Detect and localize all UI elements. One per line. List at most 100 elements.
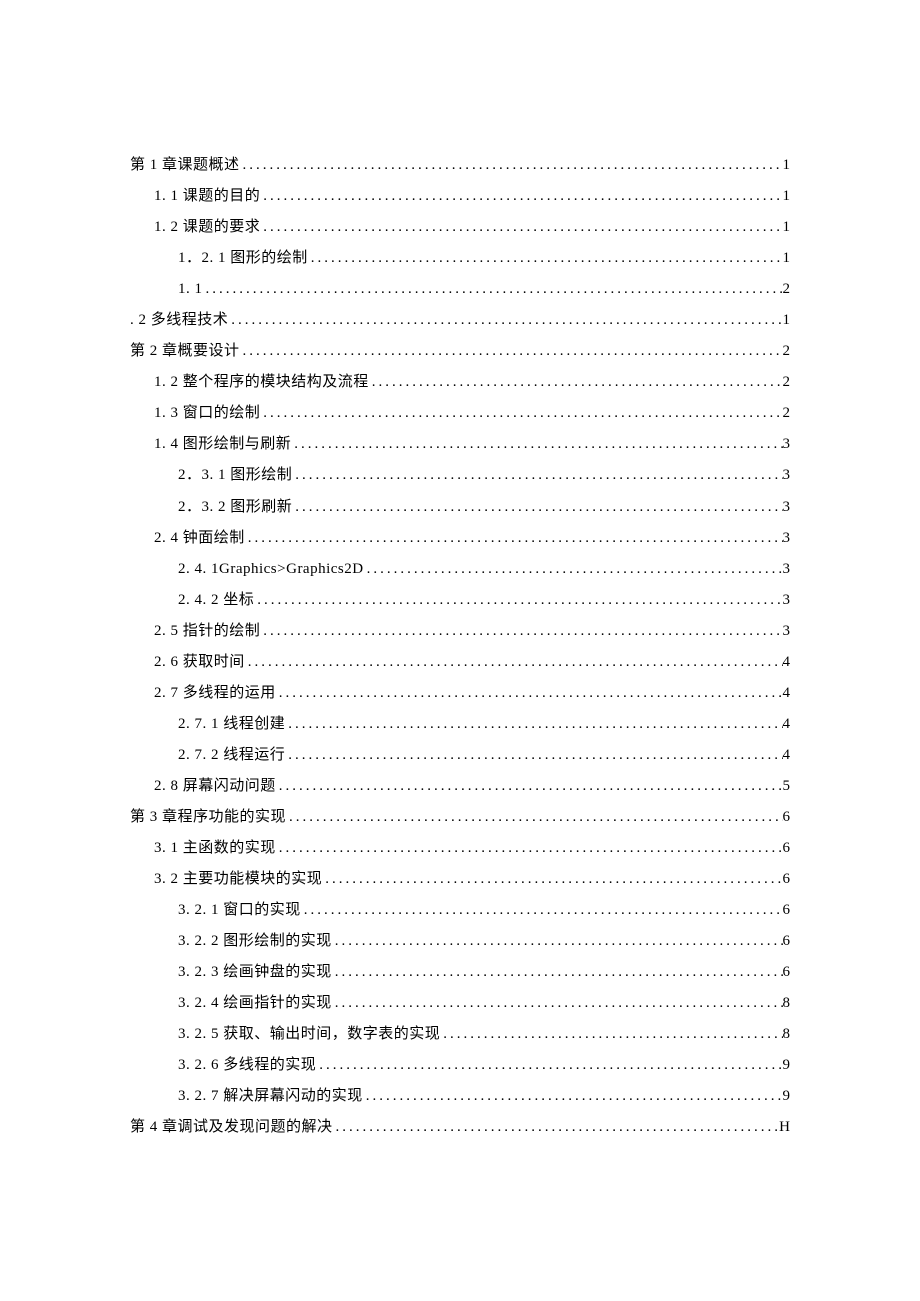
toc-entry-page: 2 (783, 367, 791, 398)
toc-entry-page: 3 (783, 554, 791, 585)
toc-entry-page: 9 (783, 1050, 791, 1081)
toc-entry: 3. 2. 6 多线程的实现 9 (130, 1050, 790, 1081)
toc-entry-page: 3 (783, 429, 791, 460)
toc-entry-page: 6 (783, 833, 791, 864)
toc-entry-page: 4 (783, 740, 791, 771)
toc-leader-dots (316, 1050, 782, 1081)
toc-leader-dots (245, 523, 783, 554)
toc-entry-page: 3 (783, 616, 791, 647)
toc-entry-page: 6 (783, 926, 791, 957)
toc-entry-title: 1. 1 (178, 274, 203, 305)
toc-entry-page: 3 (783, 492, 791, 523)
toc-leader-dots (322, 864, 782, 895)
toc-entry: 第 4 章调试及发现问题的解决 H (130, 1112, 790, 1143)
toc-entry-title: 3. 2. 6 多线程的实现 (178, 1050, 316, 1081)
toc-leader-dots (364, 554, 783, 585)
toc-entry-title: 1. 2 整个程序的模块结构及流程 (154, 367, 369, 398)
toc-entry-page: 2 (783, 398, 791, 429)
toc-entry-title: 1. 2 课题的要求 (154, 212, 260, 243)
toc-entry: 2. 7. 1 线程创建 4 (130, 709, 790, 740)
toc-entry-title: 3. 2. 1 窗口的实现 (178, 895, 301, 926)
toc-leader-dots (285, 709, 782, 740)
toc-entry-title: 3. 2. 4 绘画指针的实现 (178, 988, 332, 1019)
table-of-contents: 第 1 章课题概述11. 1 课题的目的11. 2 课题的要求11．2. 1 图… (130, 150, 790, 1144)
toc-entry-title: 2．3. 2 图形刷新 (178, 492, 292, 523)
toc-entry-title: 1．2. 1 图形的绘制 (178, 243, 308, 274)
toc-entry: 2. 4 钟面绘制3 (130, 523, 790, 554)
toc-leader-dots (291, 429, 782, 460)
toc-entry-title: 2. 7 多线程的运用 (154, 678, 276, 709)
toc-entry-title: 3. 2. 7 解决屏幕闪动的实现 (178, 1081, 363, 1112)
toc-entry-title: 2. 8 屏幕闪动问题 (154, 771, 276, 802)
toc-entry: 第 3 章程序功能的实现6 (130, 802, 790, 833)
toc-entry: 2. 4. 2 坐标 3 (130, 585, 790, 616)
toc-entry-page: 8 (783, 1019, 791, 1050)
toc-entry-title: 第 4 章调试及发现问题的解决 (130, 1112, 333, 1143)
toc-entry-title: 3. 2. 2 图形绘制的实现 (178, 926, 332, 957)
toc-leader-dots (363, 1081, 783, 1112)
toc-leader-dots (332, 926, 783, 957)
toc-entry: 2. 6 获取时间4 (130, 647, 790, 678)
toc-entry: 3. 2. 5 获取、输出时间，数字表的实现 8 (130, 1019, 790, 1050)
toc-leader-dots (260, 398, 782, 429)
toc-leader-dots (301, 895, 783, 926)
toc-entry-page: 5 (783, 771, 791, 802)
toc-leader-dots (276, 771, 783, 802)
toc-entry-page: 4 (783, 709, 791, 740)
toc-entry-title: 1. 3 窗口的绘制 (154, 398, 260, 429)
toc-entry: 1．2. 1 图形的绘制1 (130, 243, 790, 274)
toc-leader-dots (203, 274, 783, 305)
toc-leader-dots (276, 833, 783, 864)
toc-entry-title: 2. 7. 2 线程运行 (178, 740, 285, 771)
toc-entry-title: 2. 4 钟面绘制 (154, 523, 245, 554)
toc-entry-title: 1. 1 课题的目的 (154, 181, 260, 212)
toc-entry-title: 2．3. 1 图形绘制 (178, 460, 292, 491)
toc-entry-page: H (779, 1112, 790, 1143)
toc-entry: 1. 1 2 (130, 274, 790, 305)
toc-entry-title: 3. 2 主要功能模块的实现 (154, 864, 322, 895)
toc-entry-title: 2. 7. 1 线程创建 (178, 709, 285, 740)
toc-entry-page: 6 (783, 864, 791, 895)
toc-entry: 3. 2 主要功能模块的实现 6 (130, 864, 790, 895)
toc-entry: 2. 4. 1Graphics>Graphics2D 3 (130, 554, 790, 585)
toc-entry: 2．3. 1 图形绘制3 (130, 460, 790, 491)
toc-entry-title: 第 3 章程序功能的实现 (130, 802, 286, 833)
toc-leader-dots (285, 740, 782, 771)
toc-entry-page: 2 (783, 274, 791, 305)
toc-entry-page: 3 (783, 585, 791, 616)
toc-entry-title: 1. 4 图形绘制与刷新 (154, 429, 291, 460)
toc-entry-title: 2. 4. 2 坐标 (178, 585, 254, 616)
toc-entry: 3. 2. 3 绘画钟盘的实现6 (130, 957, 790, 988)
toc-entry-page: 1 (783, 212, 791, 243)
toc-entry-page: 2 (783, 336, 791, 367)
toc-leader-dots (292, 460, 782, 491)
toc-entry-title: 2. 5 指针的绘制 (154, 616, 260, 647)
toc-entry-page: 4 (783, 678, 791, 709)
toc-leader-dots (332, 957, 783, 988)
toc-entry-page: 6 (783, 957, 791, 988)
toc-entry-page: 9 (783, 1081, 791, 1112)
toc-entry: 第 1 章课题概述1 (130, 150, 790, 181)
toc-entry-page: 1 (783, 150, 791, 181)
toc-leader-dots (254, 585, 782, 616)
toc-entry-title: 3. 2. 5 获取、输出时间，数字表的实现 (178, 1019, 440, 1050)
toc-entry-title: 2. 4. 1Graphics>Graphics2D (178, 554, 364, 585)
toc-entry-page: 6 (783, 895, 791, 926)
toc-entry: 3. 2. 4 绘画指针的实现8 (130, 988, 790, 1019)
toc-leader-dots (369, 367, 783, 398)
toc-entry: 第 2 章概要设计 2 (130, 336, 790, 367)
toc-entry: 2. 7 多线程的运用 4 (130, 678, 790, 709)
toc-leader-dots (286, 802, 782, 833)
toc-leader-dots (260, 181, 782, 212)
toc-entry-page: 1 (783, 181, 791, 212)
toc-entry-title: . 2 多线程技术 (130, 305, 228, 336)
toc-leader-dots (440, 1019, 782, 1050)
toc-entry-title: 第 2 章概要设计 (130, 336, 240, 367)
toc-entry: 1. 2 课题的要求 1 (130, 212, 790, 243)
toc-entry: 1. 4 图形绘制与刷新 3 (130, 429, 790, 460)
toc-leader-dots (292, 492, 782, 523)
toc-entry: . 2 多线程技术1 (130, 305, 790, 336)
toc-leader-dots (260, 616, 782, 647)
toc-entry-title: 2. 6 获取时间 (154, 647, 245, 678)
toc-entry: 1. 3 窗口的绘制 2 (130, 398, 790, 429)
